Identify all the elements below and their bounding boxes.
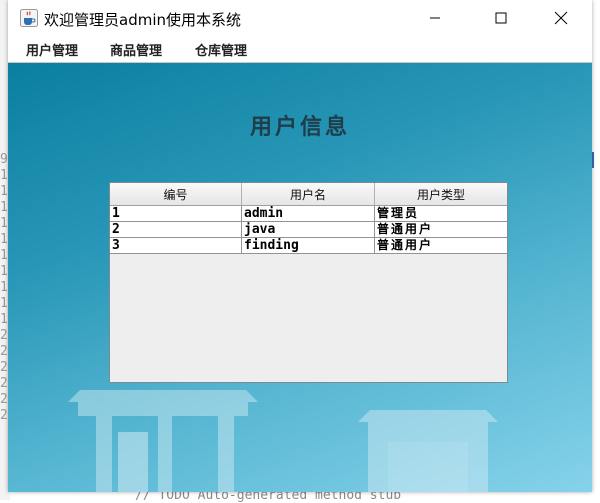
menu-user-management[interactable]: 用户管理 — [26, 40, 78, 59]
cell-username[interactable]: admin — [242, 206, 375, 222]
column-header-usertype[interactable]: 用户类型 — [375, 183, 507, 205]
close-icon — [554, 11, 568, 25]
maximize-icon — [495, 12, 507, 24]
ide-right-edge — [592, 0, 600, 500]
window-title: 欢迎管理员admin使用本系统 — [44, 11, 242, 29]
user-table: 编号 用户名 用户类型 1 admin 管理员 2 java 普通用户 3 fi… — [109, 182, 508, 383]
cell-usertype[interactable]: 普通用户 — [375, 222, 507, 238]
cell-usertype[interactable]: 管理员 — [375, 206, 507, 222]
maximize-button[interactable] — [478, 0, 524, 36]
app-window: 欢迎管理员admin使用本系统 用户管理 商品管理 仓库管理 用户信息 编号 用… — [8, 0, 592, 492]
content-panel: 用户信息 编号 用户名 用户类型 1 admin 管理员 2 java 普通用户… — [8, 63, 592, 492]
cell-usertype[interactable]: 普通用户 — [375, 238, 507, 254]
menu-product-management[interactable]: 商品管理 — [110, 40, 162, 59]
column-header-username[interactable]: 用户名 — [242, 183, 375, 205]
table-header: 编号 用户名 用户类型 — [110, 183, 507, 206]
title-bar[interactable]: 欢迎管理员admin使用本系统 — [8, 0, 592, 36]
ide-caret-mark — [592, 152, 600, 168]
menu-bar: 用户管理 商品管理 仓库管理 — [8, 36, 592, 63]
page-title: 用户信息 — [249, 114, 350, 140]
java-coffee-icon — [20, 9, 38, 27]
minimize-button[interactable] — [412, 0, 458, 36]
minimize-icon — [430, 17, 440, 19]
table-row[interactable]: 3 finding 普通用户 — [110, 238, 507, 254]
cell-id[interactable]: 3 — [110, 238, 242, 254]
cell-id[interactable]: 2 — [110, 222, 242, 238]
table-row[interactable]: 2 java 普通用户 — [110, 222, 507, 238]
cell-id[interactable]: 1 — [110, 206, 242, 222]
table-row[interactable]: 1 admin 管理员 — [110, 206, 507, 222]
close-button[interactable] — [538, 0, 584, 36]
column-header-id[interactable]: 编号 — [110, 183, 242, 205]
cell-username[interactable]: java — [242, 222, 375, 238]
menu-warehouse-management[interactable]: 仓库管理 — [195, 40, 247, 59]
cell-username[interactable]: finding — [242, 238, 375, 254]
